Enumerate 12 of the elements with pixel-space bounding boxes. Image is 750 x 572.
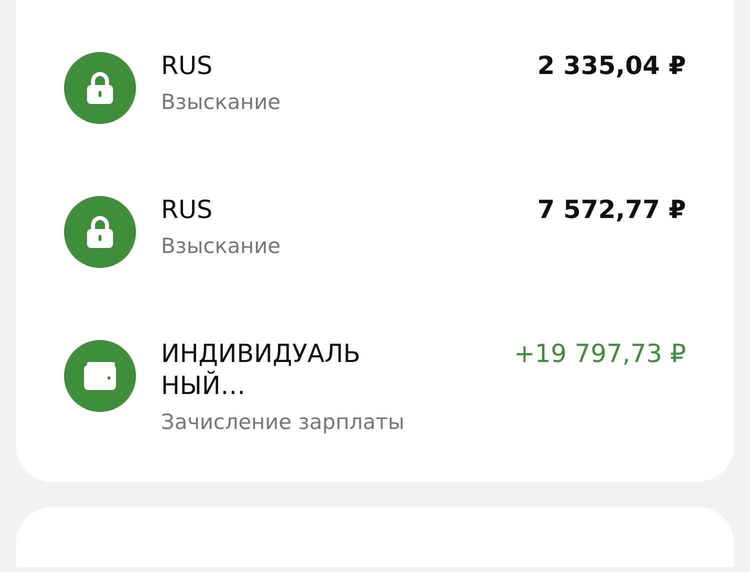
operation-subtitle: Взыскание <box>161 233 282 260</box>
operation-title: ИНДИВИДУАЛЬ НЫЙ… <box>161 338 362 402</box>
lock-icon <box>85 215 115 249</box>
wallet-icon <box>83 361 117 391</box>
operation-amount: +19 797,73 ₽ <box>514 338 686 370</box>
operation-title: RUS <box>161 194 214 226</box>
operation-subtitle: Взыскание <box>161 89 282 116</box>
operation-subtitle: Зачисление зарплаты <box>161 409 406 436</box>
lock-icon <box>85 71 115 105</box>
operation-amount: 7 572,77 ₽ <box>537 194 686 226</box>
operation-amount: 2 335,04 ₽ <box>537 50 686 82</box>
operation-title: RUS <box>161 50 214 82</box>
